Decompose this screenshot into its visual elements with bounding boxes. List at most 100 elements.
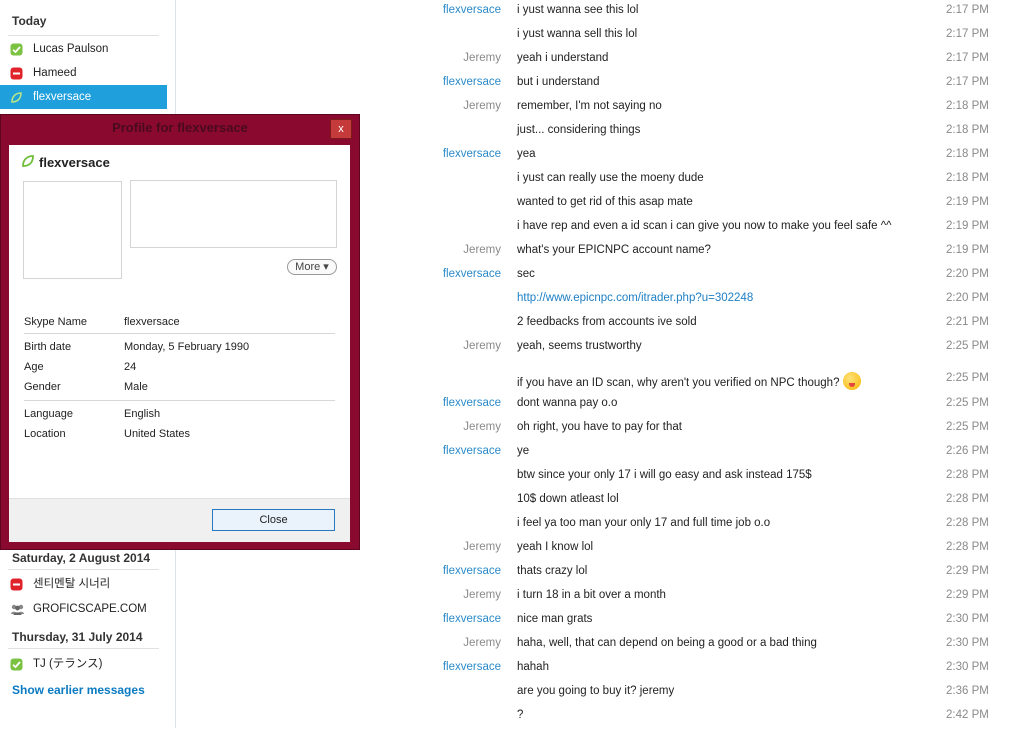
message-text: but i understand [517,76,599,88]
message-timestamp: 2:25 PM [946,397,989,409]
message-link[interactable]: http://www.epicnpc.com/itrader.php?u=302… [517,292,753,304]
contact-item[interactable]: GROFICSCAPE.COM [0,597,167,621]
message-timestamp: 2:29 PM [946,565,989,577]
message-timestamp: 2:26 PM [946,445,989,457]
message-timestamp: 2:20 PM [946,292,989,304]
message-body: what's your EPICNPC account name? [517,244,711,256]
message-text: wanted to get rid of this asap mate [517,196,693,208]
contact-item[interactable]: 센티멘탈 시너리 [0,572,167,596]
message-timestamp: 2:42 PM [946,709,989,721]
message-body: i have rep and even a id scan i can give… [517,220,892,232]
more-button[interactable]: More ▾ [287,259,337,275]
message-text: i feel ya too man your only 17 and full … [517,517,770,529]
message-sender: Jeremy [463,52,501,64]
message-text: thats crazy lol [517,565,587,577]
message-timestamp: 2:17 PM [946,28,989,40]
field-label: Skype Name [24,316,87,328]
message-body: but i understand [517,76,600,88]
message-timestamp: 2:19 PM [946,196,989,208]
message-timestamp: 2:25 PM [946,372,989,384]
chat-message: flexversace i yust wanna see this lol 2:17… [176,4,1015,24]
message-text: sec [517,268,535,280]
message-body: 2 feedbacks from accounts ive sold [517,316,697,328]
field-value: Male [124,381,148,393]
message-sender: flexversace [442,613,501,625]
dialog-close-button[interactable]: x [330,119,352,139]
message-sender: flexversace [442,268,501,280]
chat-message: Jeremy yeah i understand 2:17 PM [176,52,1015,72]
message-timestamp: 2:28 PM [946,517,989,529]
message-body: btw since your only 17 i will go easy an… [517,469,812,481]
message-sender: flexversace [442,565,501,577]
field-language: Language English [24,408,335,424]
message-text: i yust wanna see this lol [517,4,638,16]
mood-message-box [130,180,337,248]
message-sender: flexversace [442,661,501,673]
divider [8,569,159,570]
profile-dialog: Profile for flexversace x flexversace Mo… [0,114,360,550]
message-body: haha, well, that can depend on being a g… [517,637,817,649]
message-body: thats crazy lol [517,565,588,577]
message-text: nice man grats [517,613,592,625]
message-timestamp: 2:18 PM [946,172,989,184]
message-text: yeah I know lol [517,541,593,553]
message-timestamp: 2:19 PM [946,220,989,232]
message-body: oh right, you have to pay for that [517,421,682,433]
message-text: ? [517,709,523,721]
section-header-thursday: Thursday, 31 July 2014 [12,630,143,644]
chat-message: flexversace nice man grats 2:30 PM [176,613,1015,633]
group-icon [11,604,24,615]
contact-name: GROFICSCAPE.COM [33,603,147,615]
field-birth-date: Birth date Monday, 5 February 1990 [24,341,335,357]
field-label: Gender [24,381,61,393]
field-value: English [124,408,161,420]
divider [24,400,335,401]
message-timestamp: 2:18 PM [946,100,989,112]
message-body: yea [517,148,536,160]
message-text: haha, well, that can depend on being a g… [517,637,817,649]
message-timestamp: 2:25 PM [946,340,989,352]
field-location: Location United States [24,428,335,444]
online-check-icon [10,658,23,671]
message-text: i have rep and even a id scan i can give… [517,220,892,232]
message-body: ? [517,709,524,721]
chat-message: Jeremy i turn 18 in a bit over a month 2:2… [176,589,1015,609]
contact-item[interactable]: Lucas Paulson [0,37,167,61]
field-gender: Gender Male [24,381,335,397]
message-timestamp: 2:25 PM [946,421,989,433]
message-timestamp: 2:17 PM [946,4,989,16]
message-text: just... considering things [517,124,640,136]
message-text: i turn 18 in a bit over a month [517,589,666,601]
message-body: dont wanna pay o.o [517,397,618,409]
message-text: btw since your only 17 i will go easy an… [517,469,812,481]
contact-item[interactable]: TJ (テランス) [0,652,167,676]
close-button[interactable]: Close [212,509,335,531]
message-sender: flexversace [442,445,501,457]
section-header-today: Today [12,14,47,28]
message-body: yeah I know lol [517,541,594,553]
message-timestamp: 2:28 PM [946,541,989,553]
message-timestamp: 2:18 PM [946,148,989,160]
message-sender: Jeremy [463,637,501,649]
message-text: if you have an ID scan, why aren't you v… [517,372,862,390]
message-body: are you going to buy it? jeremy [517,685,675,697]
message-timestamp: 2:21 PM [946,316,989,328]
show-earlier-messages-link[interactable]: Show earlier messages [12,683,145,697]
contact-item[interactable]: Hameed [0,61,167,85]
message-body: ye [517,445,530,457]
tongue-emoji-icon [843,372,862,390]
contact-item-selected[interactable]: flexversace [0,85,167,109]
message-text: dont wanna pay o.o [517,397,617,409]
section-header-saturday: Saturday, 2 August 2014 [12,551,151,565]
message-text: oh right, you have to pay for that [517,421,682,433]
message-body: i feel ya too man your only 17 and full … [517,517,771,529]
contact-name: Hameed [33,67,77,79]
chevron-down-icon: ▾ [323,261,329,273]
chat-message: flexversace hahah 2:30 PM [176,661,1015,681]
divider [8,648,159,649]
field-age: Age 24 [24,361,335,377]
field-value: flexversace [124,316,180,328]
message-body: yeah, seems trustworthy [517,340,642,352]
message-timestamp: 2:30 PM [946,661,989,673]
message-text: i yust can really use the moeny dude [517,172,704,184]
